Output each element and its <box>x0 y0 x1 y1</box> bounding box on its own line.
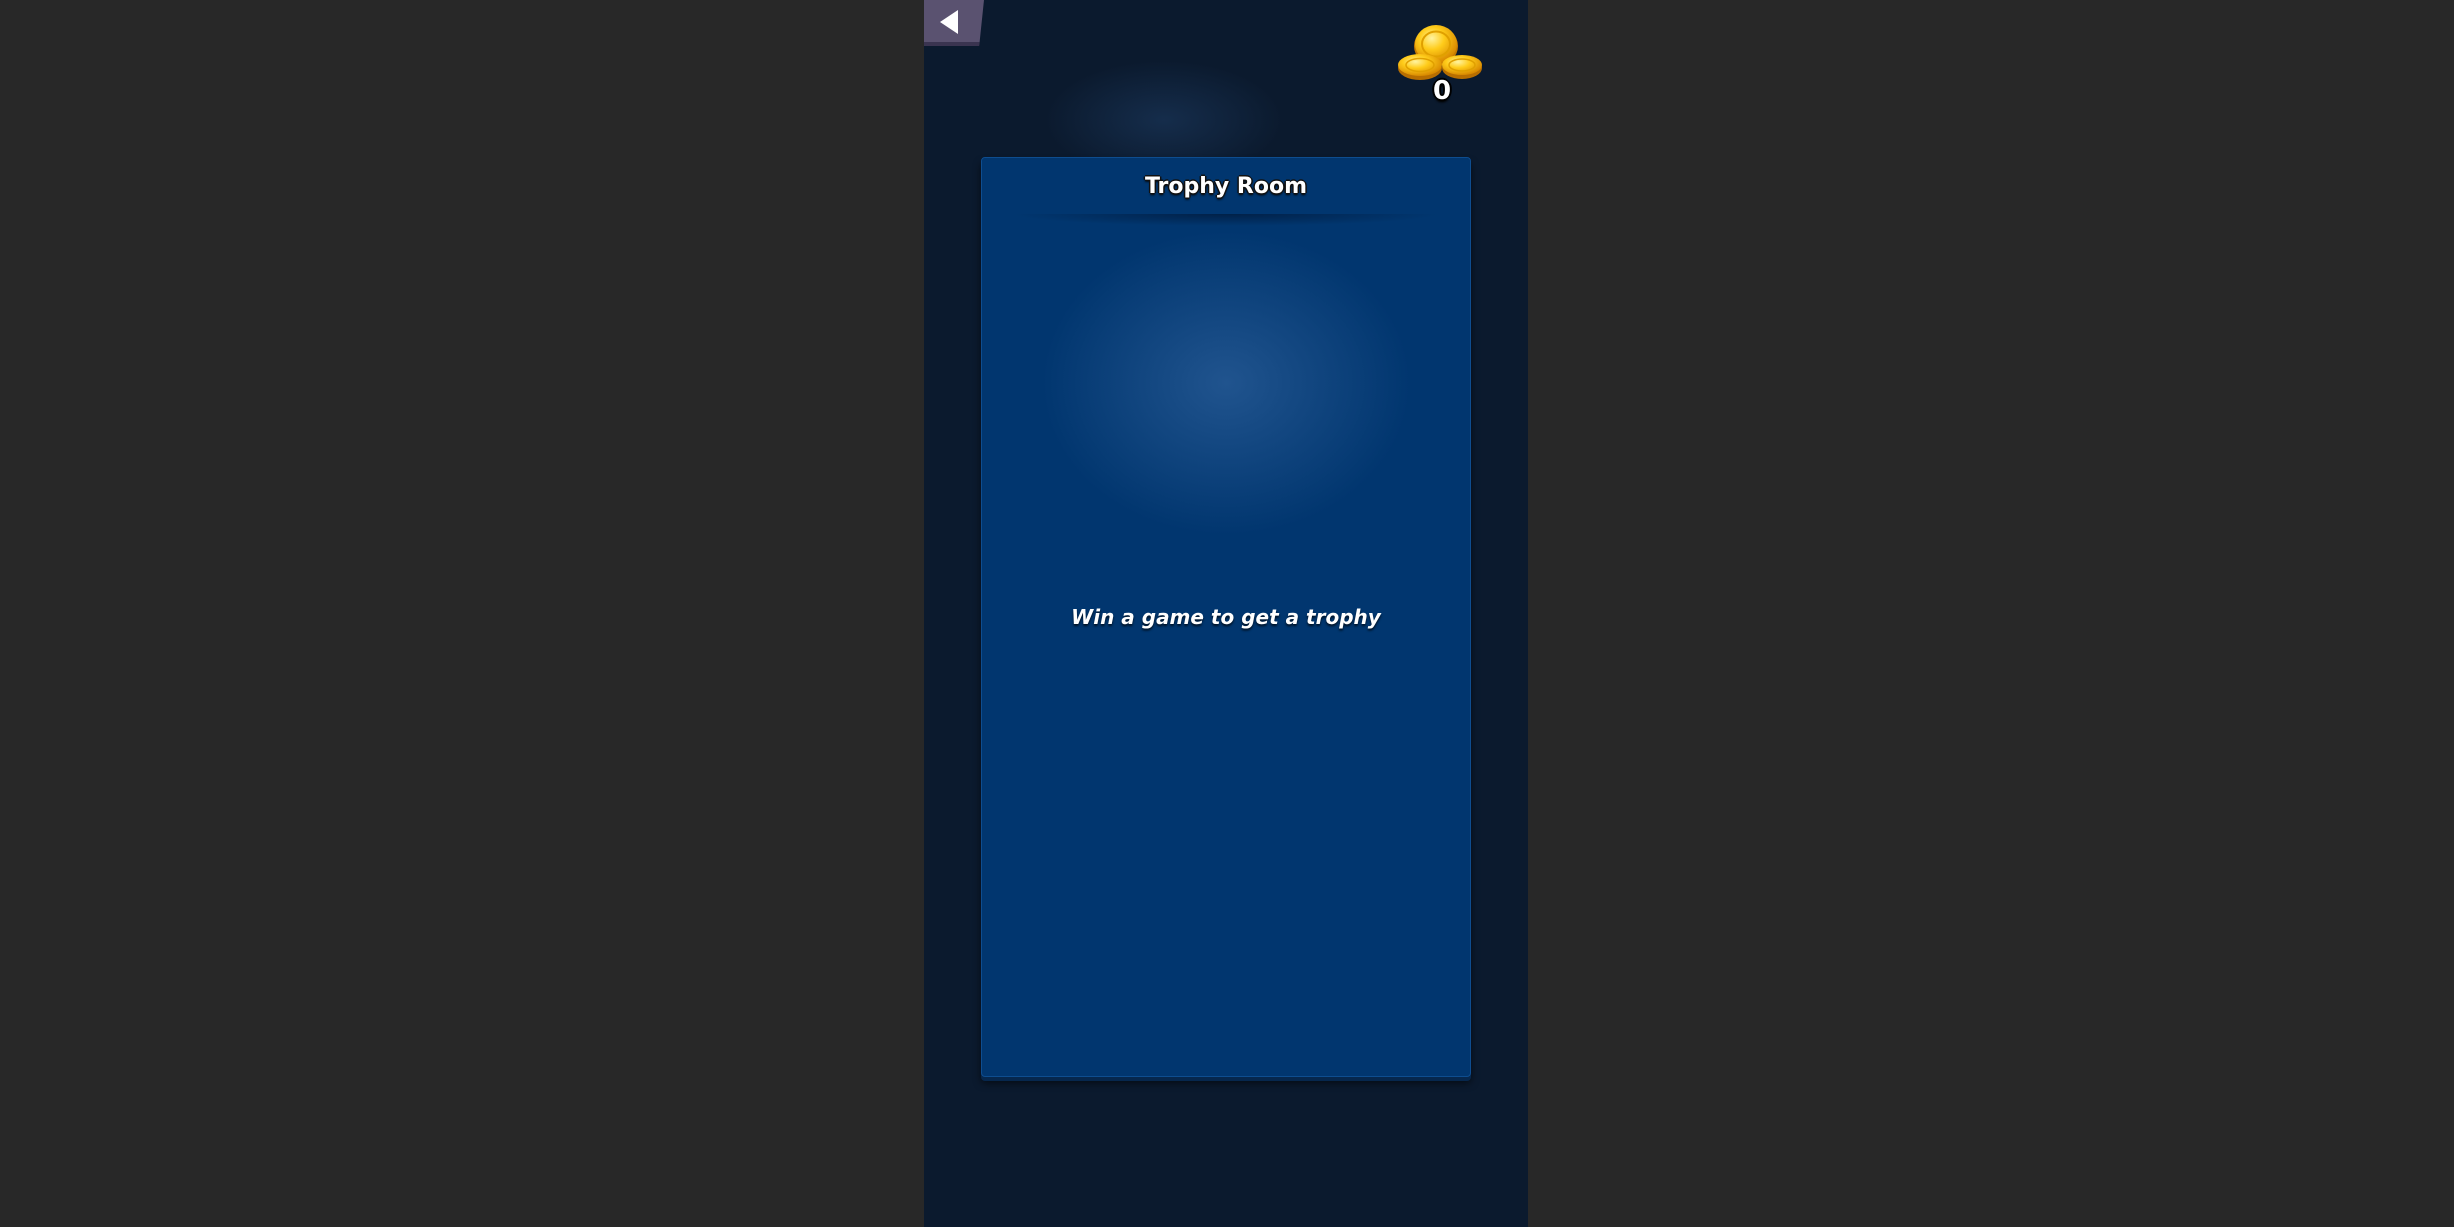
page: 0 Trophy Room Win a game to get a trophy <box>0 0 2454 1227</box>
back-button[interactable] <box>924 0 984 46</box>
panel-title: Trophy Room <box>1144 174 1308 199</box>
triangle-left-icon <box>940 10 958 34</box>
coin-count: 0 <box>1432 76 1452 106</box>
panel-glow <box>1026 218 1426 548</box>
game-screen: 0 Trophy Room Win a game to get a trophy <box>924 0 1528 1227</box>
empty-trophies-message: Win a game to get a trophy <box>1071 605 1381 629</box>
panel-divider <box>1012 214 1440 226</box>
trophy-room-panel: Trophy Room Win a game to get a trophy <box>981 157 1471 1077</box>
coin-balance: 0 <box>1392 20 1492 110</box>
